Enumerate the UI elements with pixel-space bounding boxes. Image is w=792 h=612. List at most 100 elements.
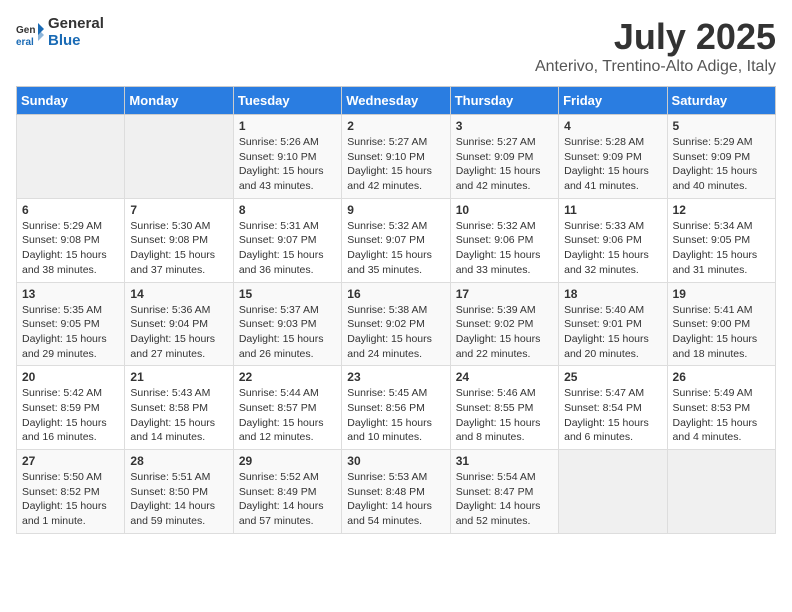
calendar-cell: 6 Sunrise: 5:29 AM Sunset: 9:08 PM Dayli…	[17, 198, 125, 282]
day-number: 16	[347, 287, 444, 301]
day-number: 3	[456, 119, 553, 133]
calendar-cell	[125, 115, 233, 199]
sunrise-text: Sunrise: 5:45 AM	[347, 386, 444, 401]
calendar-cell: 3 Sunrise: 5:27 AM Sunset: 9:09 PM Dayli…	[450, 115, 558, 199]
day-number: 27	[22, 454, 119, 468]
daylight-text: Daylight: 15 hours and 22 minutes.	[456, 332, 553, 361]
calendar-cell: 1 Sunrise: 5:26 AM Sunset: 9:10 PM Dayli…	[233, 115, 341, 199]
day-info: Sunrise: 5:29 AM Sunset: 9:09 PM Dayligh…	[673, 135, 770, 194]
sunrise-text: Sunrise: 5:27 AM	[347, 135, 444, 150]
daylight-text: Daylight: 15 hours and 40 minutes.	[673, 164, 770, 193]
day-info: Sunrise: 5:40 AM Sunset: 9:01 PM Dayligh…	[564, 303, 661, 362]
day-number: 15	[239, 287, 336, 301]
calendar-cell: 13 Sunrise: 5:35 AM Sunset: 9:05 PM Dayl…	[17, 282, 125, 366]
day-number: 14	[130, 287, 227, 301]
day-info: Sunrise: 5:33 AM Sunset: 9:06 PM Dayligh…	[564, 219, 661, 278]
daylight-text: Daylight: 15 hours and 27 minutes.	[130, 332, 227, 361]
sunset-text: Sunset: 9:05 PM	[22, 317, 119, 332]
daylight-text: Daylight: 15 hours and 33 minutes.	[456, 248, 553, 277]
sunrise-text: Sunrise: 5:47 AM	[564, 386, 661, 401]
daylight-text: Daylight: 15 hours and 20 minutes.	[564, 332, 661, 361]
sunrise-text: Sunrise: 5:49 AM	[673, 386, 770, 401]
day-number: 5	[673, 119, 770, 133]
day-info: Sunrise: 5:30 AM Sunset: 9:08 PM Dayligh…	[130, 219, 227, 278]
daylight-text: Daylight: 14 hours and 59 minutes.	[130, 499, 227, 528]
calendar-cell: 28 Sunrise: 5:51 AM Sunset: 8:50 PM Dayl…	[125, 450, 233, 534]
sunrise-text: Sunrise: 5:27 AM	[456, 135, 553, 150]
day-info: Sunrise: 5:45 AM Sunset: 8:56 PM Dayligh…	[347, 386, 444, 445]
sunset-text: Sunset: 9:09 PM	[456, 150, 553, 165]
calendar-cell: 24 Sunrise: 5:46 AM Sunset: 8:55 PM Dayl…	[450, 366, 558, 450]
calendar-cell: 21 Sunrise: 5:43 AM Sunset: 8:58 PM Dayl…	[125, 366, 233, 450]
sunset-text: Sunset: 9:03 PM	[239, 317, 336, 332]
day-number: 24	[456, 370, 553, 384]
daylight-text: Daylight: 15 hours and 12 minutes.	[239, 416, 336, 445]
sunset-text: Sunset: 8:50 PM	[130, 485, 227, 500]
calendar-cell: 10 Sunrise: 5:32 AM Sunset: 9:06 PM Dayl…	[450, 198, 558, 282]
daylight-text: Daylight: 15 hours and 1 minute.	[22, 499, 119, 528]
calendar-cell	[559, 450, 667, 534]
calendar-cell: 22 Sunrise: 5:44 AM Sunset: 8:57 PM Dayl…	[233, 366, 341, 450]
sunset-text: Sunset: 9:06 PM	[564, 233, 661, 248]
calendar-cell: 5 Sunrise: 5:29 AM Sunset: 9:09 PM Dayli…	[667, 115, 775, 199]
day-info: Sunrise: 5:31 AM Sunset: 9:07 PM Dayligh…	[239, 219, 336, 278]
sunset-text: Sunset: 8:59 PM	[22, 401, 119, 416]
day-number: 20	[22, 370, 119, 384]
daylight-text: Daylight: 15 hours and 32 minutes.	[564, 248, 661, 277]
sunrise-text: Sunrise: 5:29 AM	[22, 219, 119, 234]
daylight-text: Daylight: 15 hours and 18 minutes.	[673, 332, 770, 361]
calendar-cell: 27 Sunrise: 5:50 AM Sunset: 8:52 PM Dayl…	[17, 450, 125, 534]
logo-text: General Blue	[48, 16, 104, 49]
day-number: 1	[239, 119, 336, 133]
sunset-text: Sunset: 9:01 PM	[564, 317, 661, 332]
calendar-cell: 12 Sunrise: 5:34 AM Sunset: 9:05 PM Dayl…	[667, 198, 775, 282]
svg-text:eral: eral	[16, 37, 34, 47]
sunrise-text: Sunrise: 5:26 AM	[239, 135, 336, 150]
sunset-text: Sunset: 9:04 PM	[130, 317, 227, 332]
day-info: Sunrise: 5:34 AM Sunset: 9:05 PM Dayligh…	[673, 219, 770, 278]
sunset-text: Sunset: 9:05 PM	[673, 233, 770, 248]
calendar-table: SundayMondayTuesdayWednesdayThursdayFrid…	[16, 86, 776, 534]
daylight-text: Daylight: 15 hours and 35 minutes.	[347, 248, 444, 277]
sunset-text: Sunset: 8:56 PM	[347, 401, 444, 416]
main-title: July 2025	[535, 16, 776, 58]
sunrise-text: Sunrise: 5:37 AM	[239, 303, 336, 318]
calendar-cell: 25 Sunrise: 5:47 AM Sunset: 8:54 PM Dayl…	[559, 366, 667, 450]
logo: Gen eral General Blue	[16, 16, 104, 49]
day-number: 13	[22, 287, 119, 301]
day-info: Sunrise: 5:46 AM Sunset: 8:55 PM Dayligh…	[456, 386, 553, 445]
calendar-cell: 14 Sunrise: 5:36 AM Sunset: 9:04 PM Dayl…	[125, 282, 233, 366]
calendar-cell	[17, 115, 125, 199]
day-number: 23	[347, 370, 444, 384]
day-number: 31	[456, 454, 553, 468]
sunrise-text: Sunrise: 5:41 AM	[673, 303, 770, 318]
daylight-text: Daylight: 15 hours and 16 minutes.	[22, 416, 119, 445]
day-info: Sunrise: 5:50 AM Sunset: 8:52 PM Dayligh…	[22, 470, 119, 529]
sunset-text: Sunset: 9:07 PM	[347, 233, 444, 248]
sunrise-text: Sunrise: 5:51 AM	[130, 470, 227, 485]
calendar-cell: 29 Sunrise: 5:52 AM Sunset: 8:49 PM Dayl…	[233, 450, 341, 534]
day-info: Sunrise: 5:44 AM Sunset: 8:57 PM Dayligh…	[239, 386, 336, 445]
day-info: Sunrise: 5:29 AM Sunset: 9:08 PM Dayligh…	[22, 219, 119, 278]
daylight-text: Daylight: 15 hours and 42 minutes.	[456, 164, 553, 193]
day-number: 7	[130, 203, 227, 217]
day-number: 10	[456, 203, 553, 217]
weekday-header: Wednesday	[342, 87, 450, 115]
day-info: Sunrise: 5:43 AM Sunset: 8:58 PM Dayligh…	[130, 386, 227, 445]
sunrise-text: Sunrise: 5:32 AM	[456, 219, 553, 234]
calendar-week-row: 20 Sunrise: 5:42 AM Sunset: 8:59 PM Dayl…	[17, 366, 776, 450]
svg-text:Gen: Gen	[16, 25, 35, 36]
day-number: 29	[239, 454, 336, 468]
daylight-text: Daylight: 15 hours and 6 minutes.	[564, 416, 661, 445]
day-number: 28	[130, 454, 227, 468]
calendar-week-row: 1 Sunrise: 5:26 AM Sunset: 9:10 PM Dayli…	[17, 115, 776, 199]
day-number: 12	[673, 203, 770, 217]
day-number: 21	[130, 370, 227, 384]
calendar-week-row: 6 Sunrise: 5:29 AM Sunset: 9:08 PM Dayli…	[17, 198, 776, 282]
day-number: 26	[673, 370, 770, 384]
sunrise-text: Sunrise: 5:53 AM	[347, 470, 444, 485]
calendar-cell: 9 Sunrise: 5:32 AM Sunset: 9:07 PM Dayli…	[342, 198, 450, 282]
sunset-text: Sunset: 9:08 PM	[130, 233, 227, 248]
sunrise-text: Sunrise: 5:34 AM	[673, 219, 770, 234]
calendar-cell: 2 Sunrise: 5:27 AM Sunset: 9:10 PM Dayli…	[342, 115, 450, 199]
